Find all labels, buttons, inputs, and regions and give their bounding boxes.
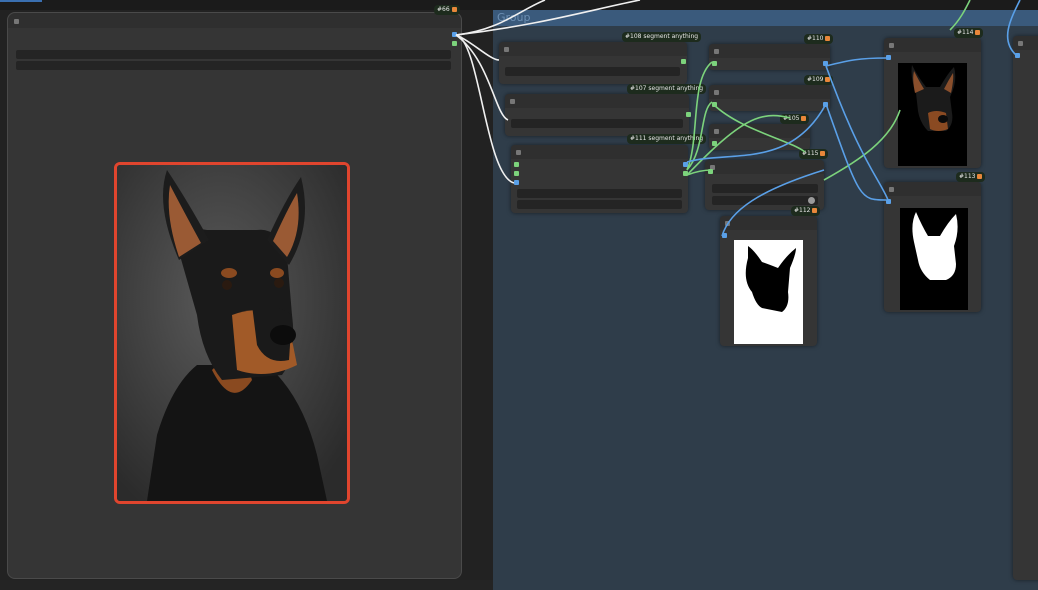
wire-mask <box>949 0 971 31</box>
wire-model <box>455 0 546 36</box>
wire-image <box>825 65 889 201</box>
wire-mask <box>823 109 901 181</box>
connection-wires <box>455 0 1021 237</box>
wire-image <box>721 169 825 237</box>
wire-image <box>1006 0 1021 56</box>
wire-image <box>455 34 509 121</box>
wire-image <box>455 34 500 61</box>
graph-canvas[interactable]: Group #66 #108 segment anything #107 seg… <box>0 0 1038 590</box>
wire-mask <box>712 103 806 153</box>
wire-image <box>825 103 887 201</box>
wire-image <box>455 34 515 184</box>
wire-image <box>825 57 887 67</box>
